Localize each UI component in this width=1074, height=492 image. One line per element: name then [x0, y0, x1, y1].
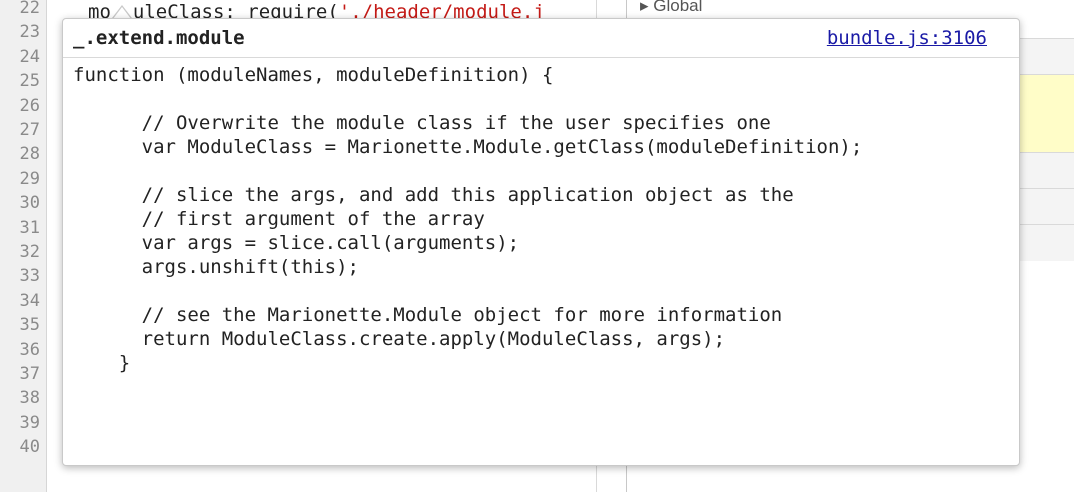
scope-global-label[interactable]: ▸ Global	[640, 0, 702, 16]
line-number[interactable]: 37	[20, 364, 40, 384]
line-number[interactable]: 27	[20, 120, 40, 140]
code-line: function (moduleNames, moduleDefinition)…	[73, 64, 554, 86]
code-line: // slice the args, and add this applicat…	[73, 184, 794, 206]
editor-gutter: 22 23 24 25 26 27 28 29 30 31 32 33 34 35 36 37 38 39 40	[0, 0, 47, 492]
code-line: // first argument of the array	[73, 208, 485, 230]
line-number[interactable]: 23	[20, 22, 40, 42]
code-line: var args = slice.call(arguments);	[73, 232, 520, 254]
line-number[interactable]: 35	[20, 315, 40, 335]
function-source-code: function (moduleNames, moduleDefinition)…	[73, 63, 1009, 455]
scope-row-highlighted[interactable]	[1018, 74, 1074, 153]
line-number[interactable]: 36	[20, 340, 40, 360]
scope-row[interactable]	[1018, 224, 1074, 261]
line-number[interactable]: 39	[20, 413, 40, 433]
scope-row[interactable]	[1018, 38, 1074, 75]
line-number[interactable]: 33	[20, 266, 40, 286]
function-name-title: _.extend.module	[73, 27, 245, 49]
function-popover: _.extend.module bundle.js:3106 function …	[62, 18, 1020, 466]
source-location-link[interactable]: bundle.js:3106	[827, 27, 987, 49]
scope-row[interactable]	[1018, 152, 1074, 189]
code-line: }	[73, 352, 131, 374]
code-line: var ModuleClass = Marionette.Module.getC…	[73, 136, 863, 158]
line-number[interactable]: 24	[20, 47, 40, 67]
line-number[interactable]: 31	[20, 218, 40, 238]
code-line: // see the Marionette.Module object for …	[73, 304, 783, 326]
popover-header: _.extend.module bundle.js:3106	[63, 19, 1019, 58]
scope-row[interactable]	[1018, 188, 1074, 225]
line-number[interactable]: 28	[20, 144, 40, 164]
line-number[interactable]: 34	[20, 291, 40, 311]
code-line: // Overwrite the module class if the use…	[73, 112, 771, 134]
line-number[interactable]: 32	[20, 242, 40, 262]
line-number[interactable]: 30	[20, 193, 40, 213]
line-number[interactable]: 38	[20, 388, 40, 408]
code-line: return ModuleClass.create.apply(ModuleCl…	[73, 328, 726, 350]
line-number[interactable]: 22	[20, 0, 40, 18]
popover-arrow	[112, 5, 132, 19]
line-number[interactable]: 26	[20, 96, 40, 116]
line-number[interactable]: 29	[20, 169, 40, 189]
line-number[interactable]: 40	[20, 437, 40, 457]
code-line: args.unshift(this);	[73, 256, 359, 278]
line-number[interactable]: 25	[20, 71, 40, 91]
